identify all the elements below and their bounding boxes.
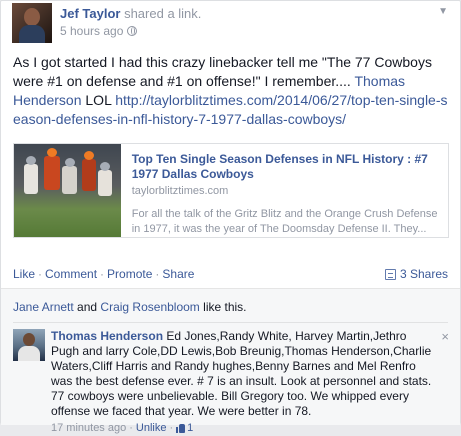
link-preview-body: Top Ten Single Season Defenses in NFL Hi… — [121, 144, 448, 237]
shares-count[interactable]: 3 Shares — [384, 267, 448, 281]
link-title[interactable]: Top Ten Single Season Defenses in NFL Hi… — [132, 152, 438, 182]
story-timestamp[interactable]: 5 hours ago — [60, 24, 123, 38]
comment-body: Thomas Henderson Ed Jones,Randy White, H… — [51, 329, 437, 436]
comment-link[interactable]: Comment — [45, 267, 97, 281]
promote-link[interactable]: Promote — [107, 267, 152, 281]
separator: · — [155, 267, 160, 281]
link-thumbnail[interactable] — [14, 144, 121, 237]
thumbs-up-icon — [176, 424, 186, 433]
comment-like-count-label: 1 — [187, 422, 194, 434]
story-action: shared a link. — [124, 6, 202, 21]
news-feed-story: Jef Taylor shared a link. 5 hours ago ▼ … — [0, 0, 461, 434]
separator: · — [169, 422, 174, 434]
author-name-link[interactable]: Jef Taylor — [60, 6, 120, 21]
separator: · — [38, 267, 43, 281]
story-actions-bar: Like · Comment · Promote · Share 3 Share… — [13, 267, 448, 281]
link-description: For all the talk of the Gritz Blitz and … — [131, 208, 438, 235]
comment-meta: 17 minutes ago · Unlike · 1 — [51, 421, 437, 436]
separator: · — [129, 422, 133, 434]
post-message: As I got started I had this crazy lineba… — [13, 53, 453, 129]
header-text: Jef Taylor shared a link. 5 hours ago — [60, 6, 201, 41]
feedback-section: Jane Arnett and Craig Rosenbloom like th… — [1, 288, 460, 434]
likes-suffix: like this. — [199, 300, 247, 314]
shares-count-label: 3 Shares — [399, 267, 448, 281]
unlike-link[interactable]: Unlike — [136, 421, 167, 436]
comment-timestamp[interactable]: 17 minutes ago — [51, 421, 126, 436]
likes-connector: and — [73, 300, 101, 314]
story-header: Jef Taylor shared a link. 5 hours ago — [12, 3, 201, 43]
divider — [13, 322, 448, 323]
post-text-suffix: LOL — [81, 92, 116, 108]
globe-icon[interactable] — [127, 26, 138, 36]
share-icon — [384, 268, 396, 280]
liker-link[interactable]: Jane Arnett — [13, 300, 74, 314]
share-link[interactable]: Share — [162, 267, 194, 281]
commenter-name-link[interactable]: Thomas Henderson — [51, 329, 163, 343]
comment-like-count[interactable]: 1 — [176, 421, 193, 436]
close-icon[interactable]: × — [441, 329, 449, 344]
link-domain: taylorblitztimes.com — [131, 185, 229, 197]
author-avatar[interactable] — [12, 3, 52, 43]
liker-link[interactable]: Craig Rosenbloom — [100, 300, 199, 314]
separator: · — [100, 267, 105, 281]
like-link[interactable]: Like — [13, 267, 35, 281]
likes-sentence: Jane Arnett and Craig Rosenbloom like th… — [13, 300, 247, 314]
comment-item: Thomas Henderson Ed Jones,Randy White, H… — [13, 329, 449, 436]
chevron-down-icon[interactable]: ▼ — [438, 6, 448, 17]
commenter-avatar[interactable] — [13, 329, 45, 361]
link-preview-card[interactable]: Top Ten Single Season Defenses in NFL Hi… — [13, 143, 449, 238]
